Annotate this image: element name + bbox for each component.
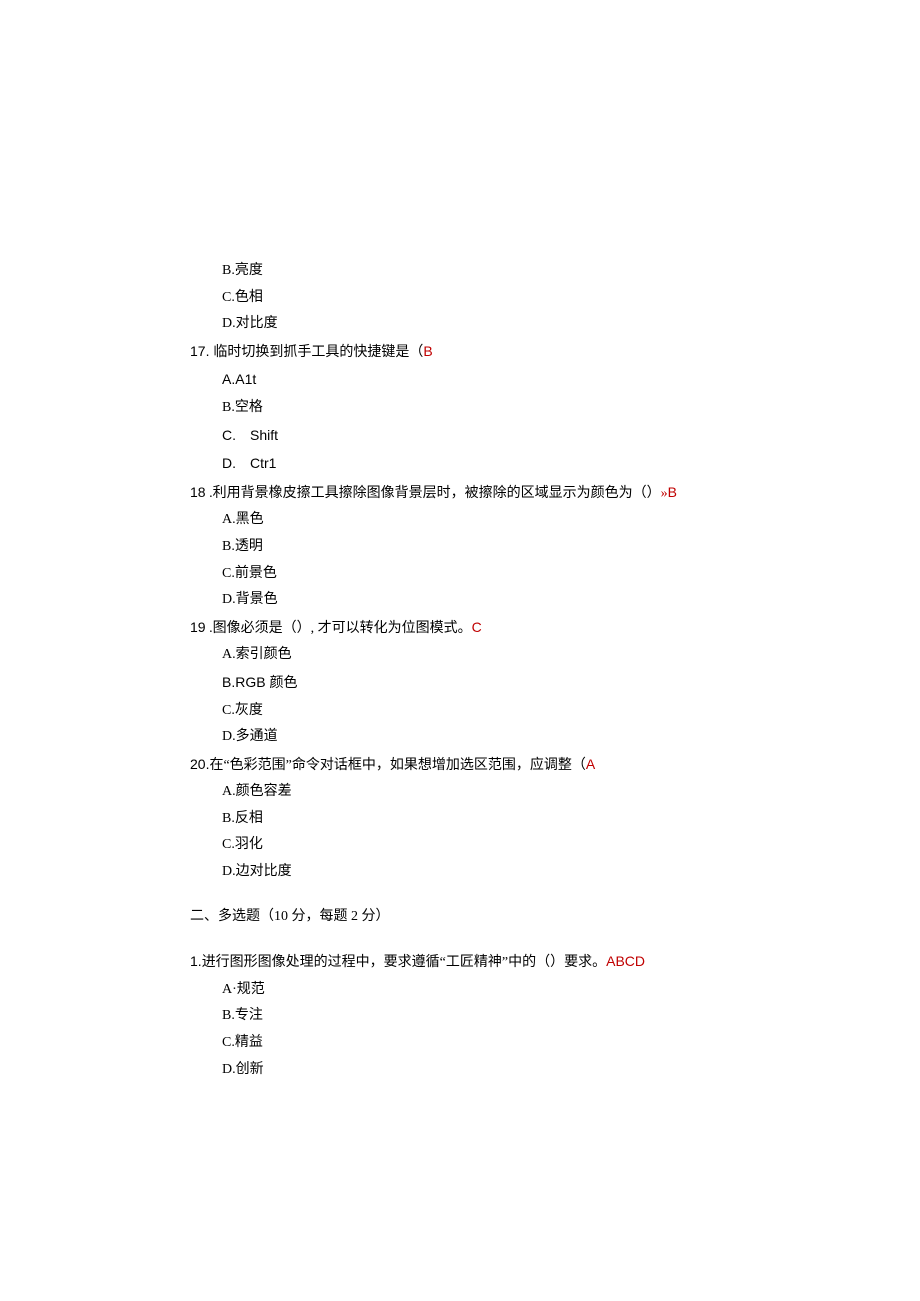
q16-option-d: D.对比度 (190, 311, 770, 338)
q18-post: » (661, 486, 668, 501)
q18-option-d: D.背景色 (190, 587, 770, 614)
mq1-option-c: C.精益 (190, 1030, 770, 1057)
q16-option-b: B.亮度 (190, 258, 770, 285)
q18-stem: 18 .利用背景橡皮擦工具擦除图像背景层时，被擦除的区域显示为颜色为（）»B (190, 479, 770, 508)
q20-option-c: C.羽化 (190, 832, 770, 859)
mq1-option-d: D.创新 (190, 1057, 770, 1084)
mq1-option-b: B.专注 (190, 1003, 770, 1030)
q18-answer: B (668, 484, 677, 500)
mq1-option-a: A·规范 (190, 977, 770, 1004)
q17-option-d: D.Ctr1 (190, 450, 770, 479)
q19-answer: C (472, 619, 482, 635)
q19-option-c: C.灰度 (190, 698, 770, 725)
mq1-number: 1. (190, 953, 202, 969)
q20-option-d: D.边对比度 (190, 859, 770, 886)
q20-option-a: A.颜色容差 (190, 779, 770, 806)
q17-option-b: B.空格 (190, 395, 770, 422)
q19-option-d: D.多通道 (190, 724, 770, 751)
q20-text: 在“色彩范围”命令对话框中，如果想增加选区范围，应调整（ (209, 758, 585, 773)
mq1-stem: 1.进行图形图像处理的过程中，要求遵循“工匠精神”中的（）要求。ABCD (190, 948, 770, 977)
q18-option-c: C.前景色 (190, 561, 770, 588)
q20-number: 20. (190, 756, 209, 772)
q19-stem: 19 .图像必须是（）, 才可以转化为位图模式。C (190, 614, 770, 643)
q18-number: 18 (190, 484, 206, 500)
q18-option-b: B.透明 (190, 534, 770, 561)
q17-number: 17. (190, 343, 213, 359)
q17-text: 临时切换到抓手工具的快捷键是（ (213, 345, 423, 360)
q17-answer: B (423, 343, 432, 359)
q20-stem: 20.在“色彩范围”命令对话框中，如果想增加选区范围，应调整（A (190, 751, 770, 780)
q20-option-b: B.反相 (190, 806, 770, 833)
mq1-text: 进行图形图像处理的过程中，要求遵循“工匠精神”中的（）要求。 (202, 955, 606, 970)
q19-option-a: A.索引颜色 (190, 642, 770, 669)
q20-answer: A (586, 756, 595, 772)
q17-option-a: A.A1t (190, 366, 770, 395)
section-2-header: 二、多选题（10 分，每题 2 分） (190, 904, 770, 931)
q17-stem: 17. 临时切换到抓手工具的快捷键是（B (190, 338, 770, 367)
q19-text: .图像必须是（）, 才可以转化为位图模式。 (206, 621, 472, 636)
q18-option-a: A.黑色 (190, 507, 770, 534)
q18-text: .利用背景橡皮擦工具擦除图像背景层时，被擦除的区域显示为颜色为（） (206, 486, 661, 501)
q19-option-b: B.RGB 颜色 (190, 669, 770, 698)
q19-number: 19 (190, 619, 206, 635)
mq1-answer: ABCD (606, 953, 645, 969)
q16-option-c: C.色相 (190, 285, 770, 312)
q17-option-c: C.Shift (190, 422, 770, 451)
